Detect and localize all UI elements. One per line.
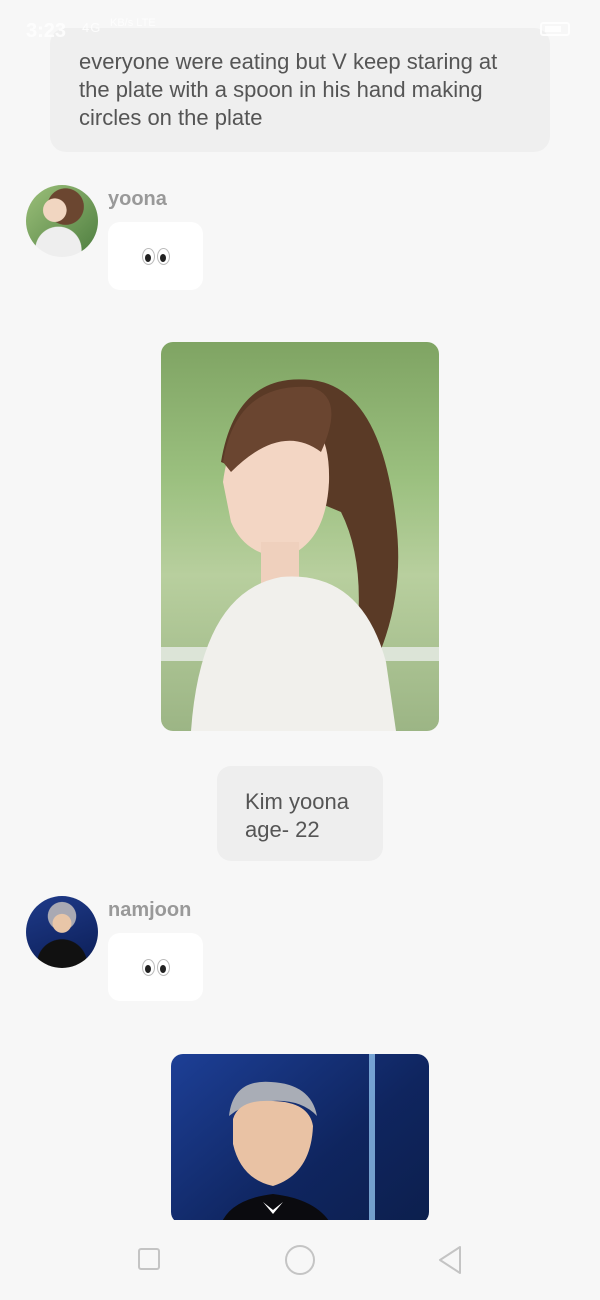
eyes-icon bbox=[141, 247, 170, 265]
narration-bubble: everyone were eating but V keep staring … bbox=[50, 28, 550, 152]
signal-icon: 4G bbox=[82, 20, 102, 35]
info-name: Kim yoona bbox=[245, 789, 349, 814]
eyes-icon bbox=[141, 958, 170, 976]
message-bubble-yoona[interactable] bbox=[108, 222, 203, 290]
status-carrier: KB/s LTE bbox=[110, 17, 156, 29]
yoona-portrait-image bbox=[161, 379, 439, 731]
battery-icon bbox=[540, 22, 570, 36]
info-bubble-yoona: Kim yoona age- 22 bbox=[217, 766, 383, 861]
info-age: age- 22 bbox=[245, 817, 320, 842]
photo-namjoon[interactable] bbox=[171, 1054, 429, 1224]
sender-name-yoona: yoona bbox=[108, 188, 167, 210]
home-circle-icon[interactable] bbox=[285, 1245, 315, 1275]
status-time: 3:23 bbox=[26, 20, 67, 42]
narration-text: everyone were eating but V keep staring … bbox=[79, 49, 498, 130]
back-triangle-icon[interactable] bbox=[436, 1244, 464, 1276]
sender-name-namjoon: namjoon bbox=[108, 899, 192, 921]
avatar-yoona[interactable] bbox=[26, 185, 98, 257]
message-bubble-namjoon[interactable] bbox=[108, 933, 203, 1001]
status-bar: 3:23 4G KB/s LTE bbox=[0, 0, 600, 44]
navigation-bar bbox=[0, 1220, 600, 1300]
avatar-namjoon[interactable] bbox=[26, 896, 98, 968]
photo-yoona[interactable] bbox=[161, 342, 439, 731]
recents-square-icon[interactable] bbox=[138, 1248, 160, 1270]
namjoon-portrait-image bbox=[221, 1054, 375, 1224]
